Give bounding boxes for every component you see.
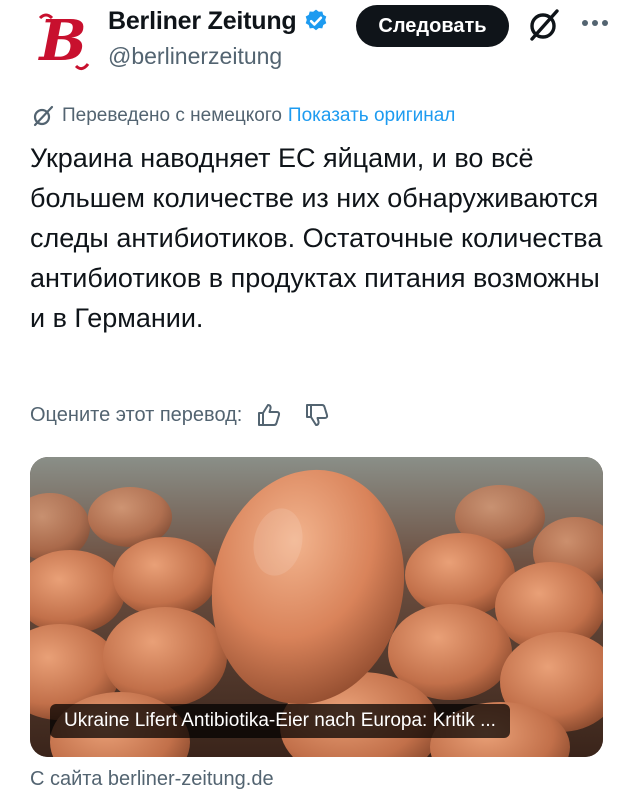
more-dots-icon[interactable] xyxy=(575,6,615,40)
avatar[interactable]: B xyxy=(32,8,94,74)
rate-translation-label: Оцените этот перевод: xyxy=(30,403,243,426)
thumbs-down-icon[interactable] xyxy=(304,402,330,428)
link-preview-card[interactable]: Ukraine Lifert Antibiotika-Eier nach Eur… xyxy=(30,457,603,757)
show-original-link[interactable]: Показать оригинал xyxy=(288,105,455,127)
grok-icon[interactable] xyxy=(527,8,561,42)
tweet-header: B Berliner Zeitung @berlinerzeitung След… xyxy=(0,0,630,80)
translate-icon xyxy=(33,105,54,127)
thumbs-up-icon[interactable] xyxy=(256,402,282,428)
tweet-text: Украина наводняет ЕС яйцами, и во всё бо… xyxy=(30,143,603,333)
translated-from-label: Переведено с немецкого xyxy=(62,105,282,126)
account-handle[interactable]: @berlinerzeitung xyxy=(108,42,282,70)
rate-translation: Оцените этот перевод: xyxy=(30,400,330,430)
link-source[interactable]: С сайта berliner-zeitung.de xyxy=(30,766,274,792)
link-preview-caption: Ukraine Lifert Antibiotika-Eier nach Eur… xyxy=(50,704,510,738)
verified-badge-icon xyxy=(305,9,326,31)
account-name[interactable]: Berliner Zeitung xyxy=(108,6,329,36)
account-name-text: Berliner Zeitung xyxy=(108,7,297,35)
translation-notice: Переведено с немецкого Показать оригинал xyxy=(32,103,455,129)
svg-text:B: B xyxy=(37,8,86,74)
berliner-zeitung-logo: B xyxy=(37,8,90,74)
follow-button[interactable]: Следовать xyxy=(356,5,509,47)
